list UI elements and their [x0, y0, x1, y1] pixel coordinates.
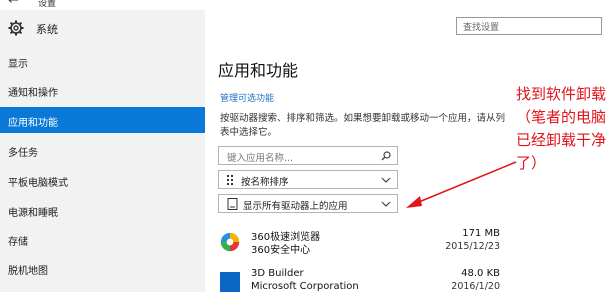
drive-icon: [227, 198, 238, 210]
sidebar-item-tablet-mode[interactable]: 平板电脑模式: [0, 167, 205, 193]
page-title: 应用和功能: [218, 61, 299, 80]
sidebar-item-storage[interactable]: 存储: [0, 226, 205, 252]
app-search-input[interactable]: 键入应用名称...: [218, 146, 398, 165]
arrow-annotation: [406, 161, 517, 208]
3d-builder-icon: [220, 272, 240, 292]
app-name: 3D Builder: [251, 268, 304, 279]
sidebar-item-notifications[interactable]: 通知和操作: [0, 77, 205, 103]
sidebar-item-apps-features[interactable]: 应用和功能: [0, 107, 205, 133]
description-text: 按驱动器搜索、排序和筛选。如果想要卸载或移动一个应用，请从列表中选择它。: [220, 113, 506, 138]
gear-icon: [8, 20, 24, 36]
app-publisher: 360安全中心: [251, 245, 311, 256]
sidebar-item-label: 显示: [8, 59, 28, 70]
sidebar-item-label: 应用和功能: [8, 118, 58, 129]
drive-filter-dropdown[interactable]: 显示所有驱动器上的应用: [218, 194, 398, 213]
chevron-down-icon: [381, 201, 391, 207]
sort-icon: [227, 175, 233, 185]
sidebar: 系统 显示 通知和操作 应用和功能 多任务 平板电脑模式 电源和睡眠 存储 脱机…: [0, 10, 205, 292]
360-browser-icon: [220, 232, 240, 252]
sidebar-item-label: 平板电脑模式: [8, 178, 68, 189]
annotation-text: 找到软件卸载（笔者的电脑已经卸载干净了）: [516, 85, 607, 172]
app-search-placeholder: 键入应用名称...: [227, 153, 294, 164]
settings-search-input[interactable]: 查找设置: [456, 17, 602, 35]
back-button[interactable]: ←: [8, 0, 19, 8]
sidebar-item-multitasking[interactable]: 多任务: [0, 137, 205, 163]
sidebar-item-power-sleep[interactable]: 电源和睡眠: [0, 197, 205, 223]
sidebar-item-display[interactable]: 显示: [0, 48, 205, 74]
app-publisher: Microsoft Corporation: [251, 281, 359, 292]
app-date: 2015/12/23: [445, 241, 500, 252]
sidebar-item-label: 多任务: [8, 148, 38, 159]
sort-label: 按名称排序: [241, 177, 289, 188]
filter-label: 显示所有驱动器上的应用: [243, 201, 348, 212]
search-placeholder: 查找设置: [463, 23, 500, 33]
sidebar-header: 系统: [36, 23, 58, 36]
sidebar-item-label: 存储: [8, 237, 28, 248]
search-icon: [381, 151, 391, 161]
window-title: 设置: [38, 0, 57, 9]
list-item[interactable]: 3D Builder Microsoft Corporation 48.0 KB…: [218, 268, 500, 306]
title-bar: ← 设置: [0, 0, 609, 10]
chevron-down-icon: [381, 177, 391, 183]
app-date: 2016/1/20: [451, 281, 500, 292]
sidebar-item-offline-maps[interactable]: 脱机地图: [0, 255, 205, 281]
sidebar-item-label: 通知和操作: [8, 88, 58, 99]
list-item[interactable]: 360极速浏览器 360安全中心 171 MB 2015/12/23: [218, 228, 500, 266]
sidebar-item-label: 脱机地图: [8, 266, 48, 277]
sort-dropdown[interactable]: 按名称排序: [218, 170, 398, 189]
app-size: 48.0 KB: [461, 268, 500, 279]
manage-optional-features-link[interactable]: 管理可选功能: [220, 91, 274, 104]
sidebar-item-label: 电源和睡眠: [8, 208, 58, 219]
app-size: 171 MB: [462, 228, 500, 239]
